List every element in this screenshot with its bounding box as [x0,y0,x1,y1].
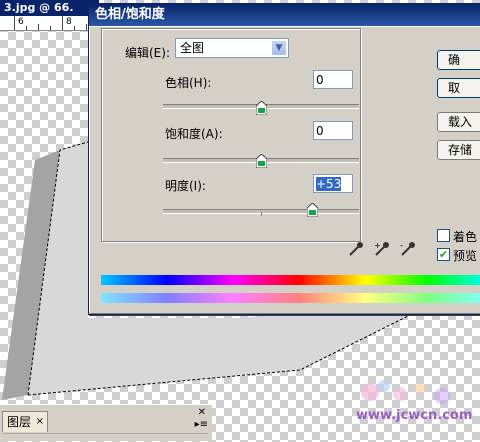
spectrum-bar-adjusted [101,293,480,303]
checkmark-icon[interactable]: ✔ [437,248,450,261]
hue-slider-thumb[interactable] [255,101,267,115]
panel-menu-icon[interactable]: ▸≡ [195,419,208,430]
edit-channel-select[interactable]: 全图 ▼ [175,38,289,58]
eyedropper-icon[interactable] [347,240,365,258]
preview-label: 预览 [453,249,478,263]
hue-input[interactable]: 0 [313,70,353,89]
eyedropper-plus-icon[interactable]: + [373,240,391,258]
colorize-checkbox-box[interactable] [437,229,450,242]
eyedropper-minus-icon[interactable]: - [399,240,417,258]
panel-close-icon[interactable]: ✕ [198,407,206,418]
layers-options-row [2,433,208,442]
edit-channel-value: 全图 [180,41,205,55]
svg-text:-: - [400,241,403,250]
lightness-input[interactable]: +53 [313,174,353,193]
cancel-button[interactable]: 取 [437,78,480,98]
close-icon[interactable]: × [36,412,44,432]
saturation-label: 饱和度(A): [165,127,223,141]
dialog-title: 色相/饱和度 [95,7,165,22]
hue-label: 色相(H): [165,76,212,90]
layers-tab[interactable]: 图层 × [2,411,48,432]
edit-label: 编辑(E): [125,46,170,60]
layers-tab-label: 图层 [7,415,32,429]
dialog-title-bar[interactable]: 色相/饱和度 [89,4,480,26]
ok-button[interactable]: 确 [437,50,480,70]
saturation-input[interactable]: 0 [313,121,353,140]
load-button[interactable]: 载入 [437,112,480,132]
lightness-center-tick [261,212,262,216]
colorize-label: 着色 [453,230,478,244]
spectrum-bar-original [101,275,480,285]
lightness-slider-thumb[interactable] [307,203,319,217]
svg-text:+: + [374,241,381,250]
hue-saturation-dialog: 色相/饱和度 编辑(E): 全图 ▼ 色相(H): 0 饱和度(A): 0 明度… [88,3,480,315]
save-button[interactable]: 存储 [437,140,480,160]
saturation-slider-thumb[interactable] [255,154,267,168]
watermark-text: www.jcwcn.com [356,408,473,423]
chevron-down-icon[interactable]: ▼ [271,40,287,56]
lightness-label: 明度(I): [165,179,206,193]
layers-panel: 图层 × ✕ ▸≡ [0,404,212,441]
